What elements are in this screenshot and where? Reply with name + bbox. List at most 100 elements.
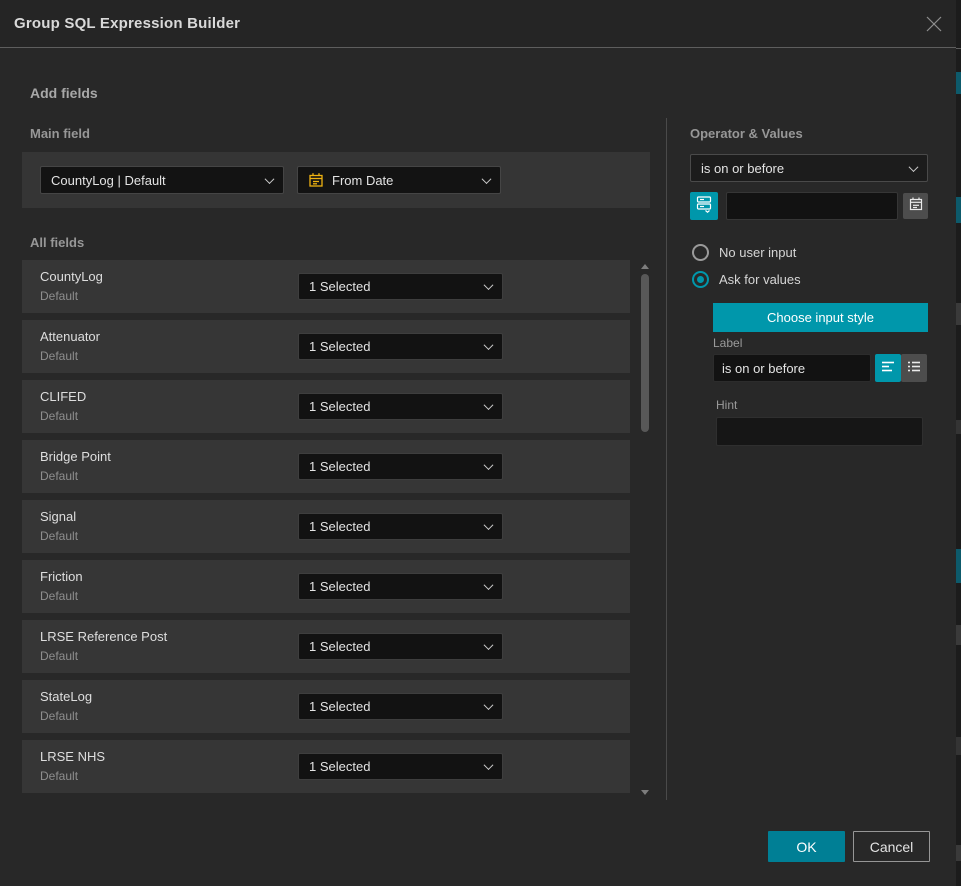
- chevron-down-icon: [484, 760, 494, 770]
- field-name: CountyLog: [40, 269, 103, 284]
- field-name: LRSE Reference Post: [40, 629, 167, 644]
- dialog-titlebar: Group SQL Expression Builder: [0, 0, 961, 48]
- main-dataset-value: CountyLog | Default: [51, 173, 166, 188]
- field-row: CLIFED Default 1 Selected: [22, 380, 630, 433]
- field-row: LRSE NHS Default 1 Selected: [22, 740, 630, 793]
- field-selection-dropdown[interactable]: 1 Selected: [298, 693, 503, 720]
- field-row: CountyLog Default 1 Selected: [22, 260, 630, 313]
- label-caption: Label: [713, 336, 742, 350]
- chevron-down-icon: [484, 400, 494, 410]
- background-sliver: [956, 48, 961, 49]
- field-selection-dropdown[interactable]: 1 Selected: [298, 273, 503, 300]
- field-selection-value: 1 Selected: [309, 519, 370, 534]
- field-row: Friction Default 1 Selected: [22, 560, 630, 613]
- field-selection-dropdown[interactable]: 1 Selected: [298, 633, 503, 660]
- radio-circle-icon: [692, 244, 709, 261]
- chevron-down-icon: [484, 520, 494, 530]
- field-selection-value: 1 Selected: [309, 459, 370, 474]
- main-dataset-dropdown[interactable]: CountyLog | Default: [40, 166, 284, 194]
- field-selection-value: 1 Selected: [309, 699, 370, 714]
- scrollbar-up-arrow[interactable]: [641, 264, 649, 269]
- field-sublabel: Default: [40, 469, 78, 483]
- operator-value: is on or before: [701, 161, 784, 176]
- date-field-calendar-icon: [308, 172, 324, 188]
- field-sublabel: Default: [40, 589, 78, 603]
- chevron-down-icon: [484, 580, 494, 590]
- ok-button[interactable]: OK: [768, 831, 845, 862]
- dialog-title: Group SQL Expression Builder: [14, 0, 240, 48]
- radio-selected-icon: [692, 271, 709, 288]
- field-selection-value: 1 Selected: [309, 759, 370, 774]
- radio-ask-for-values[interactable]: Ask for values: [692, 271, 801, 288]
- field-sublabel: Default: [40, 649, 78, 663]
- field-selection-value: 1 Selected: [309, 399, 370, 414]
- background-sliver: [956, 303, 961, 325]
- field-name: Bridge Point: [40, 449, 111, 464]
- choose-input-style-button[interactable]: Choose input style: [713, 303, 928, 332]
- all-fields-heading: All fields: [30, 235, 84, 250]
- scrollbar-down-arrow[interactable]: [641, 790, 649, 795]
- list-icon: [906, 358, 922, 379]
- field-row: Attenuator Default 1 Selected: [22, 320, 630, 373]
- field-row: StateLog Default 1 Selected: [22, 680, 630, 733]
- add-fields-heading: Add fields: [30, 85, 98, 101]
- field-selection-dropdown[interactable]: 1 Selected: [298, 393, 503, 420]
- chevron-down-icon: [484, 280, 494, 290]
- background-app-strip: [956, 0, 961, 886]
- field-selection-dropdown[interactable]: 1 Selected: [298, 753, 503, 780]
- radio-no-user-input-label: No user input: [719, 245, 796, 260]
- chevron-down-icon: [484, 340, 494, 350]
- chevron-down-icon: [909, 162, 919, 172]
- date-picker-button[interactable]: [903, 193, 928, 219]
- close-icon[interactable]: [923, 13, 945, 35]
- background-sliver: [956, 625, 961, 645]
- field-name: LRSE NHS: [40, 749, 105, 764]
- unique-values-button[interactable]: [690, 192, 718, 220]
- field-selection-dropdown[interactable]: 1 Selected: [298, 513, 503, 540]
- label-input[interactable]: [713, 354, 871, 382]
- field-selection-value: 1 Selected: [309, 279, 370, 294]
- field-sublabel: Default: [40, 409, 78, 423]
- main-field-value: From Date: [332, 173, 393, 188]
- background-sliver: [956, 549, 961, 583]
- background-sliver: [956, 72, 961, 94]
- main-field-panel: CountyLog | Default From Date: [22, 152, 650, 208]
- field-name: CLIFED: [40, 389, 86, 404]
- field-sublabel: Default: [40, 709, 78, 723]
- field-selection-dropdown[interactable]: 1 Selected: [298, 333, 503, 360]
- main-field-heading: Main field: [30, 126, 90, 141]
- input-style-text-button[interactable]: [875, 354, 901, 382]
- field-selection-value: 1 Selected: [309, 639, 370, 654]
- scrollbar-thumb[interactable]: [641, 274, 649, 432]
- hint-input[interactable]: [716, 417, 923, 446]
- panel-divider: [666, 118, 667, 800]
- operator-values-heading: Operator & Values: [690, 126, 803, 141]
- field-selection-dropdown[interactable]: 1 Selected: [298, 453, 503, 480]
- background-sliver: [956, 845, 961, 861]
- field-name: Attenuator: [40, 329, 100, 344]
- chevron-down-icon: [265, 174, 275, 184]
- date-value-input[interactable]: [726, 192, 898, 220]
- background-sliver: [956, 420, 961, 434]
- field-selection-dropdown[interactable]: 1 Selected: [298, 573, 503, 600]
- chevron-down-icon: [484, 640, 494, 650]
- operator-dropdown[interactable]: is on or before: [690, 154, 928, 182]
- field-sublabel: Default: [40, 769, 78, 783]
- background-sliver: [956, 197, 961, 223]
- field-selection-value: 1 Selected: [309, 339, 370, 354]
- field-row: Signal Default 1 Selected: [22, 500, 630, 553]
- radio-no-user-input[interactable]: No user input: [692, 244, 796, 261]
- all-fields-list: CountyLog Default 1 Selected Attenuator …: [22, 260, 630, 798]
- radio-ask-for-values-label: Ask for values: [719, 272, 801, 287]
- field-row: Bridge Point Default 1 Selected: [22, 440, 630, 493]
- calendar-icon: [908, 196, 924, 217]
- chevron-down-icon: [484, 460, 494, 470]
- chevron-down-icon: [484, 700, 494, 710]
- main-field-dropdown[interactable]: From Date: [297, 166, 501, 194]
- background-sliver: [956, 737, 961, 755]
- field-name: StateLog: [40, 689, 92, 704]
- cancel-button[interactable]: Cancel: [853, 831, 930, 862]
- field-sublabel: Default: [40, 529, 78, 543]
- input-style-list-button[interactable]: [901, 354, 927, 382]
- unique-values-icon: [695, 194, 713, 218]
